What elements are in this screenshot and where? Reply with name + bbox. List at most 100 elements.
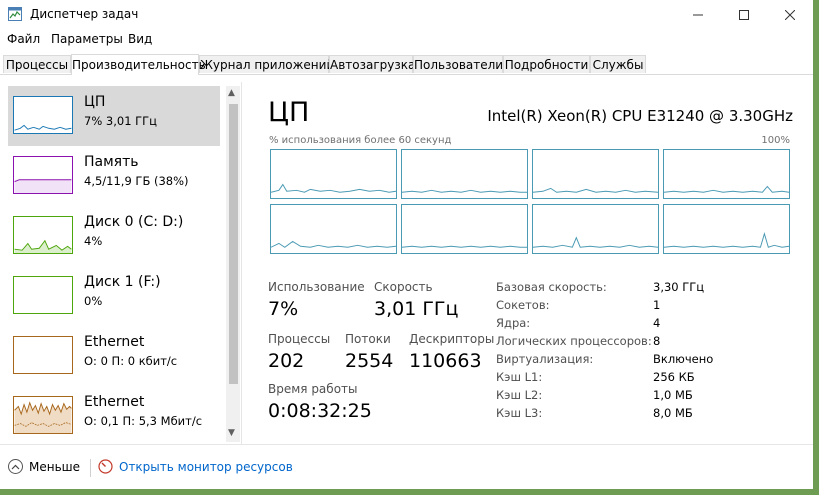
core-graph-5	[270, 204, 397, 254]
cpu-core-graphs	[270, 149, 791, 256]
scroll-up-icon[interactable]: ▲	[228, 88, 235, 98]
chevron-up-icon	[8, 459, 23, 474]
tab-performance[interactable]: Производительность	[71, 54, 206, 75]
task-manager-icon	[8, 7, 22, 21]
maximize-button[interactable]	[721, 0, 767, 30]
menu-file[interactable]: Файл	[7, 32, 40, 46]
info-label-sockets: Сокетов:	[496, 298, 550, 312]
sidebar-item-ethernet-1[interactable]: Ethernet О: 0 П: 0 кбит/с	[8, 326, 220, 386]
uptime-label: Время работы	[268, 382, 358, 396]
cpu-model: Intel(R) Xeon(R) CPU E31240 @ 3.30GHz	[487, 107, 793, 125]
sidebar-item-disk0[interactable]: Диск 0 (C: D:) 4%	[8, 206, 220, 266]
info-value-virtualization: Включено	[653, 352, 714, 366]
sidebar-ethernet2-title: Ethernet	[84, 394, 145, 410]
fewer-details-label: Меньше	[29, 459, 81, 474]
sidebar-memory-title: Память	[84, 154, 139, 170]
core-graph-4	[663, 149, 790, 199]
info-value-base-speed: 3,30 ГГц	[653, 280, 705, 294]
uptime-value: 0:08:32:25	[268, 400, 372, 422]
tab-bar: Процессы Производительность Журнал прило…	[0, 54, 813, 75]
info-value-sockets: 1	[653, 298, 661, 312]
core-graph-2	[401, 149, 528, 199]
info-value-l1-cache: 256 КБ	[653, 370, 695, 384]
tab-startup[interactable]: Автозагрузка	[329, 55, 415, 73]
close-button[interactable]	[767, 0, 813, 30]
info-value-l2-cache: 1,0 МБ	[653, 388, 693, 402]
info-value-l3-cache: 8,0 МБ	[653, 406, 693, 420]
usage-label: Использование	[268, 280, 365, 294]
sidebar-cpu-title: ЦП	[84, 94, 106, 110]
title-bar[interactable]: Диспетчер задач	[0, 0, 813, 30]
scroll-down-icon[interactable]: ▼	[228, 428, 235, 438]
resource-sidebar: ЦП 7% 3,01 ГГц Память 4,5/11,9 ГБ (38%) …	[0, 82, 242, 444]
sidebar-disk1-subtitle: 0%	[84, 294, 103, 308]
sidebar-ethernet1-title: Ethernet	[84, 334, 145, 350]
sidebar-scrollbar[interactable]: ▲ ▼	[226, 86, 240, 442]
threads-label: Потоки	[345, 332, 391, 346]
usage-value: 7%	[268, 298, 299, 320]
cpu-detail-panel: ЦП Intel(R) Xeon(R) CPU E31240 @ 3.30GHz…	[268, 82, 798, 444]
tab-services[interactable]: Службы	[590, 55, 646, 73]
info-label-l3-cache: Кэш L3:	[496, 406, 543, 420]
sidebar-item-ethernet-2[interactable]: Ethernet О: 0,1 П: 5,3 Мбит/с	[8, 386, 220, 446]
core-graph-3	[532, 149, 659, 199]
tab-details[interactable]: Подробности	[503, 55, 590, 73]
core-graph-7	[532, 204, 659, 254]
sidebar-ethernet2-subtitle: О: 0,1 П: 5,3 Мбит/с	[84, 414, 203, 428]
ethernet2-thumbnail-graph	[13, 396, 73, 434]
scroll-thumb[interactable]	[229, 104, 238, 384]
core-graph-6	[401, 204, 528, 254]
info-label-virtualization: Виртуализация:	[496, 352, 594, 366]
minimize-button[interactable]	[675, 0, 721, 30]
info-label-l1-cache: Кэш L1:	[496, 370, 543, 384]
info-label-base-speed: Базовая скорость:	[496, 280, 607, 294]
info-value-logical-processors: 8	[653, 334, 661, 348]
resource-monitor-icon	[98, 459, 113, 474]
graph-label: % использования более 60 секунд	[269, 135, 452, 146]
sidebar-disk1-title: Диск 1 (F:)	[84, 274, 161, 290]
open-resource-monitor-label: Открыть монитор ресурсов	[119, 459, 293, 474]
info-label-l2-cache: Кэш L2:	[496, 388, 543, 402]
tab-app-history[interactable]: Журнал приложений	[199, 55, 334, 73]
maximize-icon	[739, 10, 749, 20]
graph-max-label: 100%	[761, 135, 790, 146]
speed-value: 3,01 ГГц	[374, 298, 459, 320]
disk1-thumbnail-graph	[13, 276, 73, 314]
fewer-details-button[interactable]: Меньше	[8, 459, 80, 474]
core-graph-1	[270, 149, 397, 199]
info-label-cores: Ядра:	[496, 316, 531, 330]
window-title: Диспетчер задач	[30, 7, 139, 21]
footer-bar: Меньше Открыть монитор ресурсов	[0, 444, 813, 489]
sidebar-disk0-subtitle: 4%	[84, 234, 103, 248]
speed-label: Скорость	[374, 280, 433, 294]
ethernet1-thumbnail-graph	[13, 336, 73, 374]
handles-label: Дескрипторы	[409, 332, 495, 346]
footer-divider	[90, 459, 91, 477]
sidebar-item-disk1[interactable]: Диск 1 (F:) 0%	[8, 266, 220, 326]
minimize-icon	[693, 14, 703, 16]
cpu-title: ЦП	[268, 97, 310, 128]
close-icon	[785, 10, 795, 20]
sidebar-memory-subtitle: 4,5/11,9 ГБ (38%)	[84, 174, 189, 188]
tab-processes[interactable]: Процессы	[3, 55, 71, 73]
sidebar-ethernet1-subtitle: О: 0 П: 0 кбит/с	[84, 354, 178, 368]
handles-value: 110663	[409, 350, 482, 372]
tab-users[interactable]: Пользователи	[413, 55, 503, 73]
sidebar-item-cpu[interactable]: ЦП 7% 3,01 ГГц	[8, 86, 220, 146]
disk0-thumbnail-graph	[13, 216, 73, 254]
processes-label: Процессы	[268, 332, 331, 346]
info-value-cores: 4	[653, 316, 661, 330]
task-manager-window: Диспетчер задач Файл Параметры Вид Проце…	[0, 0, 813, 489]
threads-value: 2554	[345, 350, 394, 372]
sidebar-disk0-title: Диск 0 (C: D:)	[84, 214, 184, 230]
processes-value: 202	[268, 350, 305, 372]
memory-thumbnail-graph	[13, 156, 73, 194]
sidebar-cpu-subtitle: 7% 3,01 ГГц	[84, 114, 158, 128]
core-graph-8	[663, 204, 790, 254]
open-resource-monitor-link[interactable]: Открыть монитор ресурсов	[98, 459, 293, 474]
menu-view[interactable]: Вид	[128, 32, 152, 46]
cpu-thumbnail-graph	[13, 96, 73, 134]
sidebar-item-memory[interactable]: Память 4,5/11,9 ГБ (38%)	[8, 146, 220, 206]
menu-options[interactable]: Параметры	[51, 32, 123, 46]
info-label-logical-processors: Логических процессоров:	[496, 334, 652, 348]
